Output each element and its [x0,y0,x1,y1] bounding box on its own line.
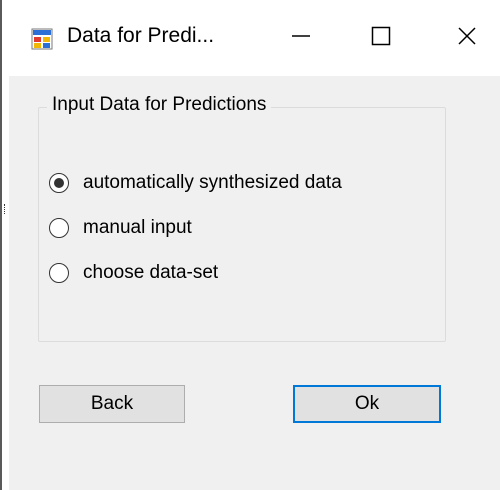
background-window-mark [4,204,8,214]
groupbox-label: Input Data for Predictions [47,94,272,116]
background-window-edge [0,0,2,490]
dialog-window: Data for Predi... Input Data for Predict… [9,0,500,490]
radio-manual-input[interactable]: manual input [49,213,192,243]
title-bar[interactable]: Data for Predi... [9,0,500,76]
back-button[interactable]: Back [39,385,185,423]
radio-choose-dataset[interactable]: choose data-set [49,258,218,288]
radio-label[interactable]: manual input [83,217,192,239]
maximize-icon [371,26,391,51]
radio-automatic-synthesized[interactable]: automatically synthesized data [49,168,342,198]
radio-button[interactable] [49,218,69,238]
maximize-button[interactable] [351,16,411,60]
minimize-button[interactable] [271,16,331,60]
close-button[interactable] [437,16,497,60]
window-title: Data for Predi... [67,24,215,47]
radio-dot [54,178,64,188]
radio-button-selected[interactable] [49,173,69,193]
ok-button[interactable]: Ok [293,385,441,423]
close-icon [457,26,477,51]
app-window-icon [31,28,53,50]
radio-label[interactable]: choose data-set [83,262,218,284]
radio-label[interactable]: automatically synthesized data [83,172,342,194]
radio-button[interactable] [49,263,69,283]
minimize-icon [291,26,311,51]
screen: Data for Predi... Input Data for Predict… [0,0,500,490]
